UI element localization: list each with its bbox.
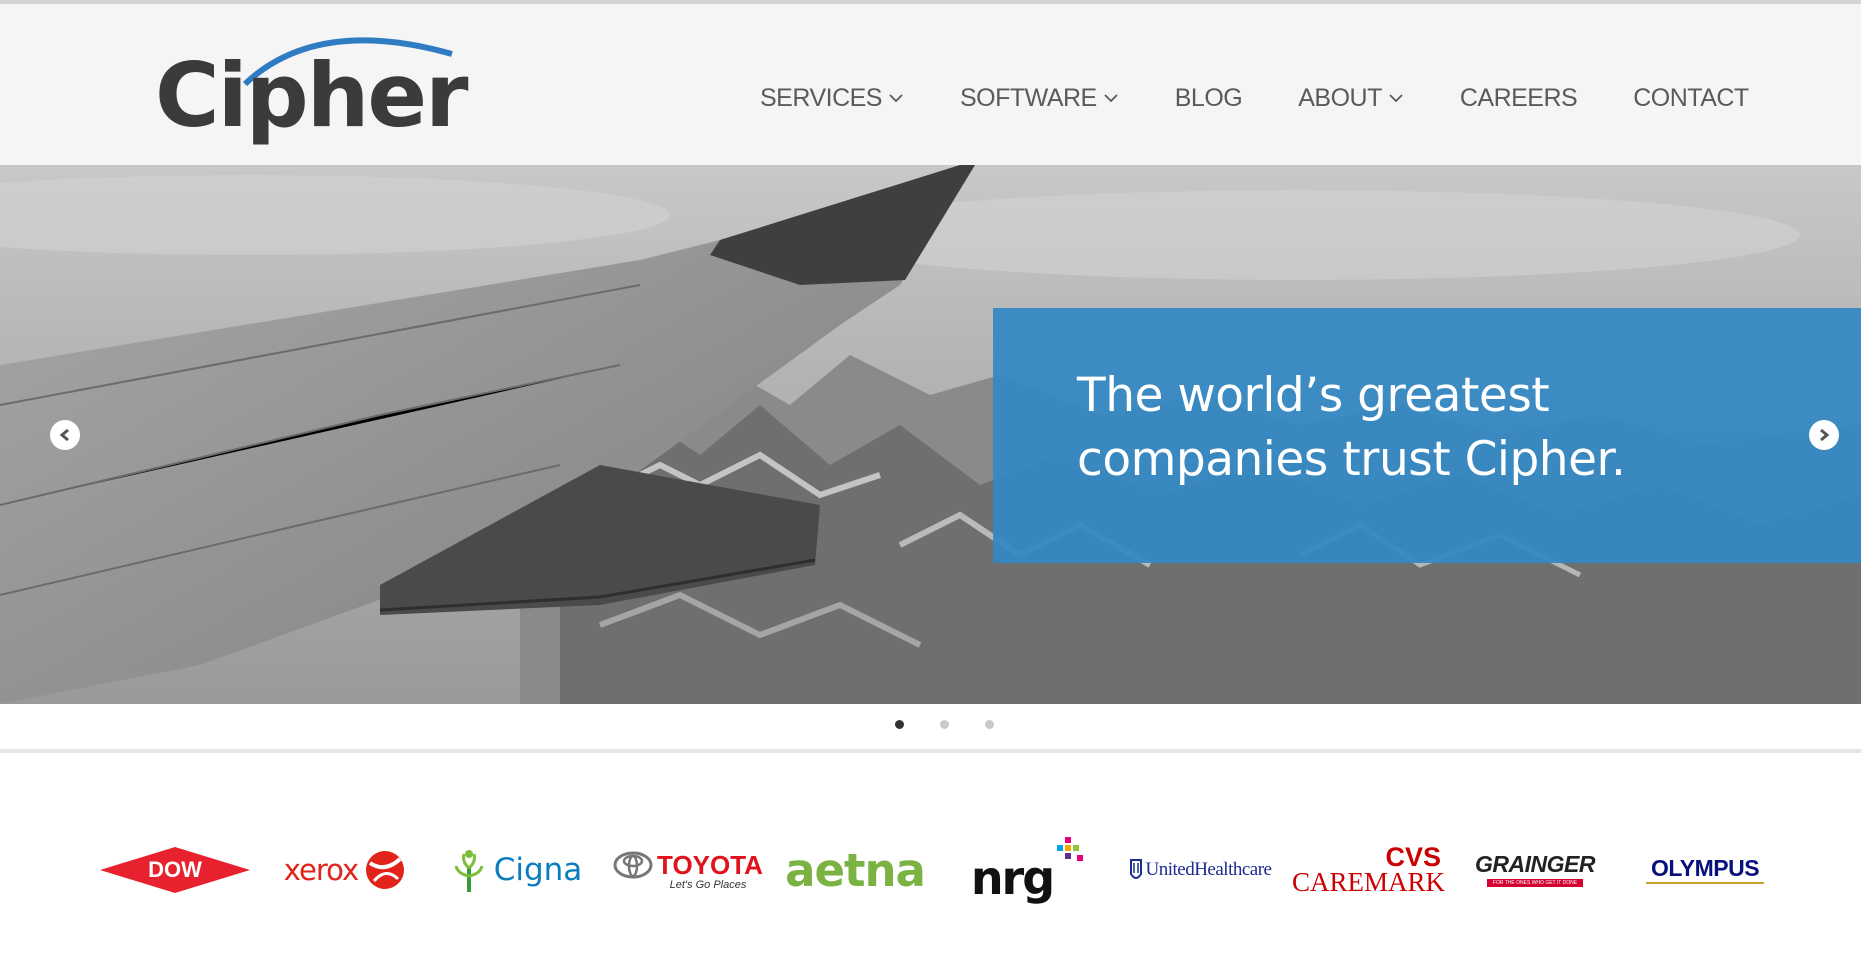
client-tagline-grainger: FOR THE ONES WHO GET IT DONE	[1486, 879, 1584, 887]
nav-label: BLOG	[1174, 83, 1243, 112]
nav-label: CAREERS	[1459, 83, 1578, 112]
chevron-down-icon	[1389, 94, 1403, 103]
client-logo-dow: DOW	[100, 800, 250, 940]
client-logo-cigna: Cigna	[440, 800, 590, 940]
section-divider	[0, 749, 1861, 753]
client-logo-toyota: TOYOTA Let's Go Places	[608, 800, 768, 940]
carousel-dot-3[interactable]	[985, 720, 994, 729]
client-logo-olympus: OLYMPUS	[1635, 800, 1775, 940]
nav-item-contact[interactable]: CONTACT	[1633, 83, 1749, 113]
logo-text: Cipher	[155, 44, 468, 147]
cigna-tree-icon	[454, 850, 484, 892]
carousel-dot-1[interactable]	[895, 720, 904, 729]
carousel-next-button[interactable]	[1809, 420, 1839, 450]
client-name-nrg: nrg	[970, 851, 1055, 905]
carousel-dot-2[interactable]	[940, 720, 949, 729]
client-name-unitedhealthcare: UnitedHealthcare	[1145, 859, 1272, 880]
client-logo-cvs-caremark: CVS CAREMARK	[1290, 800, 1445, 940]
hero-caption-box: The world’s greatest companies trust Cip…	[993, 308, 1861, 563]
dow-logo-icon: DOW	[100, 847, 250, 893]
chevron-right-icon	[1820, 428, 1830, 442]
xerox-ball-icon	[366, 851, 405, 889]
client-logo-xerox: xerox	[270, 800, 420, 940]
client-name-xerox: xerox	[283, 853, 359, 887]
chevron-left-icon	[59, 428, 69, 442]
toyota-emblem-icon	[613, 851, 653, 879]
nav-label: ABOUT	[1298, 83, 1382, 112]
hero-caption-line-1: The world’s greatest	[1077, 368, 1550, 423]
chevron-down-icon	[1104, 94, 1118, 103]
site-header: Cipher SERVICES SOFTWARE BLOG ABOUT CARE…	[0, 4, 1861, 165]
client-logo-nrg: nrg	[965, 800, 1095, 940]
uhc-shield-icon	[1129, 859, 1142, 879]
client-logo-grainger: GRAINGER FOR THE ONES WHO GET IT DONE	[1465, 800, 1605, 940]
client-logo-aetna: aetna	[780, 800, 930, 940]
nav-item-services[interactable]: SERVICES	[760, 84, 904, 113]
client-name-caremark: CAREMARK	[1291, 867, 1445, 897]
carousel-prev-button[interactable]	[50, 420, 80, 450]
client-name-aetna: aetna	[785, 843, 926, 897]
client-name-toyota: TOYOTA	[657, 849, 763, 880]
hero-caption-line-2: companies trust Cipher.	[1077, 432, 1626, 487]
carousel-indicators	[0, 720, 1861, 732]
client-name-olympus: OLYMPUS	[1650, 854, 1760, 881]
client-tagline-toyota: Let's Go Places	[669, 878, 747, 891]
client-logos-strip: DOW xerox Cigna TOYOTA Let's Go Places a…	[0, 800, 1861, 940]
client-name-cigna: Cigna	[493, 852, 583, 888]
olympus-underline	[1646, 881, 1764, 884]
chevron-down-icon	[889, 94, 903, 103]
nav-item-blog[interactable]: BLOG	[1174, 83, 1243, 113]
main-nav: SERVICES SOFTWARE BLOG ABOUT CAREERS CON…	[760, 76, 1749, 120]
client-name-dow: DOW	[148, 857, 202, 882]
hero-carousel: The world’s greatest companies trust Cip…	[0, 165, 1861, 704]
client-name-grainger: GRAINGER	[1475, 851, 1595, 877]
nrg-spark-icon	[1057, 837, 1084, 861]
nav-label: SERVICES	[760, 83, 882, 112]
cipher-logo[interactable]: Cipher	[155, 26, 475, 156]
nav-item-about[interactable]: ABOUT	[1298, 84, 1404, 113]
nav-label: SOFTWARE	[959, 83, 1097, 112]
client-logo-unitedhealthcare: UnitedHealthcare	[1120, 800, 1280, 940]
nav-item-software[interactable]: SOFTWARE	[960, 84, 1119, 113]
nav-label: CONTACT	[1633, 83, 1749, 112]
nav-item-careers[interactable]: CAREERS	[1459, 83, 1578, 113]
